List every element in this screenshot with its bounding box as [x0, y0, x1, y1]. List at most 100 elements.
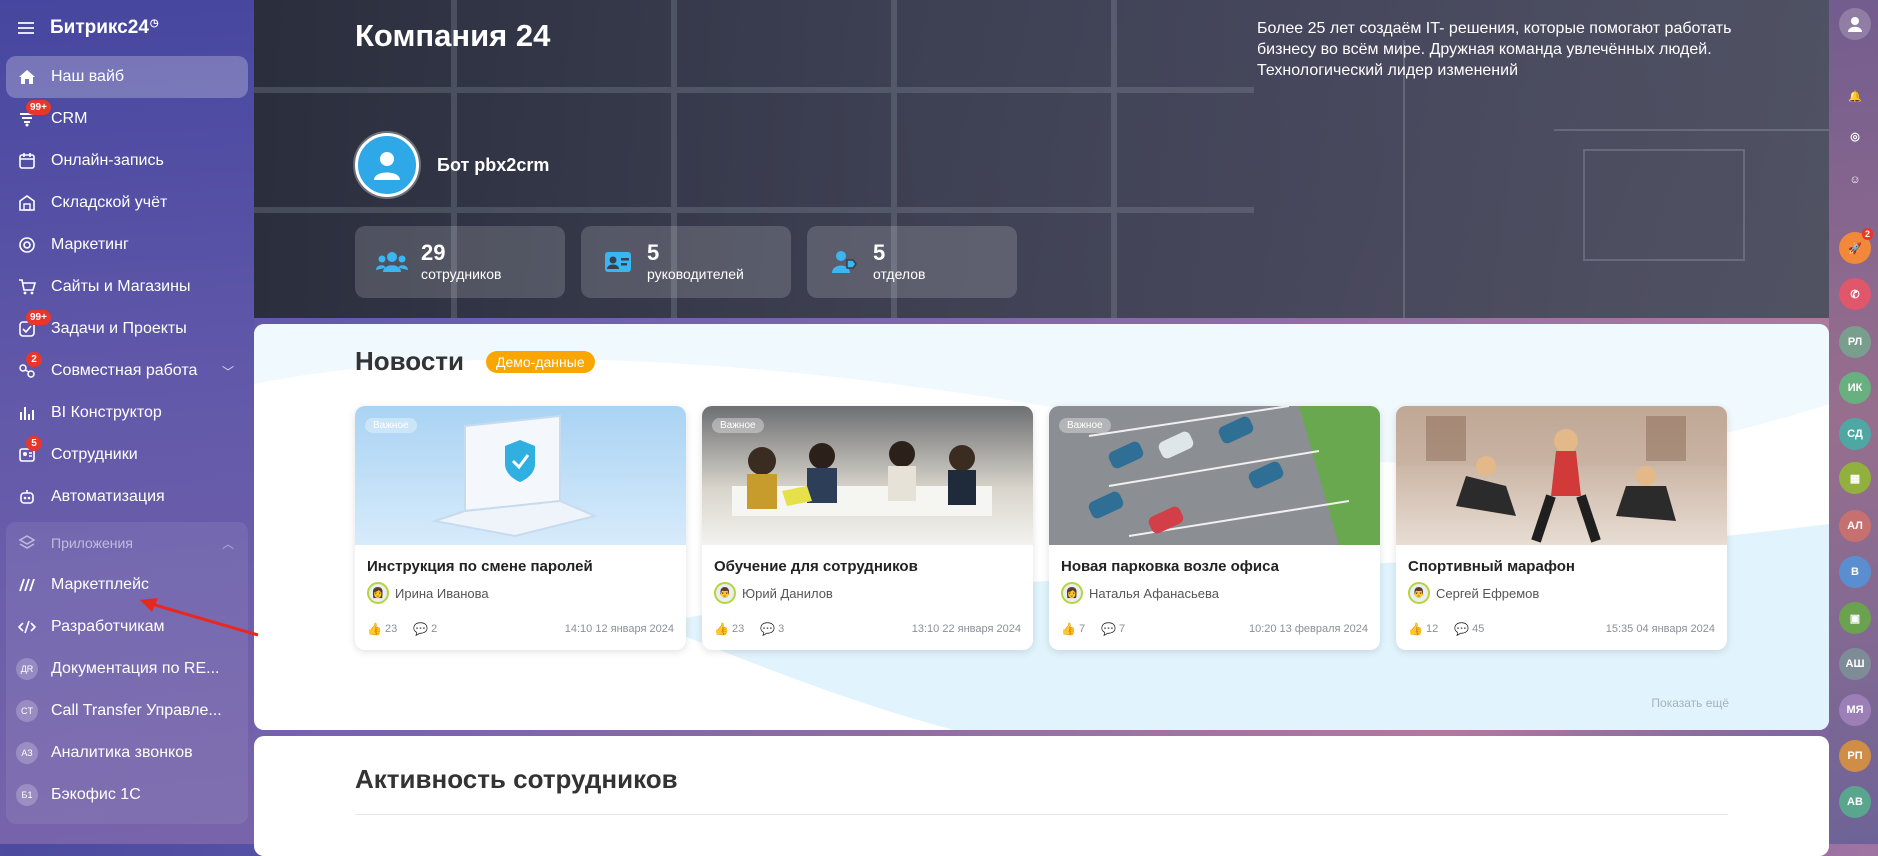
comments[interactable]: 💬 7 — [1101, 622, 1125, 636]
apps-group-header[interactable]: Приложения ︿ — [6, 522, 248, 564]
rocket-icon[interactable]: 🚀 2 — [1839, 228, 1873, 264]
cart-icon — [16, 276, 38, 298]
likes-count: 23 — [384, 623, 398, 635]
news-card-title[interactable]: Обучение для сотрудников — [714, 558, 918, 575]
comments[interactable]: 💬 2 — [413, 622, 437, 636]
news-card-author[interactable]: 👨 Сергей Ефремов — [1408, 582, 1539, 604]
rail-contact[interactable]: РЛ — [1839, 326, 1871, 358]
main-menu: Наш вайб 99+ CRM Онлайн-запись Складской… — [0, 56, 254, 518]
notif-badge: 2 — [1861, 228, 1873, 240]
news-card-title[interactable]: Новая парковка возле офиса — [1061, 558, 1279, 575]
home-icon — [16, 66, 38, 88]
author-name: Ирина Иванова — [395, 585, 489, 601]
id-card-icon — [601, 250, 635, 274]
chevron-up-icon[interactable]: ︿ — [222, 535, 234, 552]
comment-icon: 💬 — [760, 622, 776, 636]
avatar: 👩 — [367, 582, 389, 604]
likes-count: 23 — [731, 623, 745, 635]
news-card-author[interactable]: 👩 Ирина Иванова — [367, 582, 489, 604]
stat-label: отделов — [873, 266, 926, 282]
sidebar-item-our-vibe[interactable]: Наш вайб — [6, 56, 248, 98]
chat-icon[interactable]: ☺ — [1839, 164, 1871, 196]
sidebar-item-tasks[interactable]: 99+ Задачи и Проекты — [6, 308, 248, 350]
menu-burger-icon[interactable] — [18, 22, 34, 34]
stat-managers[interactable]: 5 руководителей — [581, 226, 791, 298]
sidebar-item-label: Аналитика звонков — [51, 744, 193, 761]
bot-profile[interactable]: Бот pbx2crm — [355, 133, 549, 197]
app-abbr-icon: АЗ — [16, 742, 38, 764]
rail-contact[interactable]: АЛ — [1839, 510, 1871, 542]
rail-contact[interactable]: ИК — [1839, 372, 1871, 404]
show-more-link[interactable]: Показать ещё — [1651, 696, 1729, 710]
bell-icon[interactable]: 🔔 — [1839, 80, 1871, 112]
news-card-author[interactable]: 👨 Юрий Данилов — [714, 582, 833, 604]
rail-contact[interactable]: АВ — [1839, 786, 1871, 818]
news-card[interactable]: Спортивный марафон 👨 Сергей Ефремов 👍 12 💬… — [1396, 406, 1727, 650]
sidebar-item-collaboration[interactable]: 2 Совместная работа ﹀ — [6, 350, 248, 392]
sidebar-item-marketing[interactable]: Маркетинг — [6, 224, 248, 266]
activity-title: Активность сотрудников — [355, 764, 678, 794]
avatar: 👨 — [714, 582, 736, 604]
likes[interactable]: 👍 23 — [367, 622, 397, 636]
crm-badge: 99+ — [26, 100, 51, 115]
sidebar-item-bi-constructor[interactable]: BI Конструктор — [6, 392, 248, 434]
sidebar-item-sites-shops[interactable]: Сайты и Магазины — [6, 266, 248, 308]
sport-marathon-photo — [1396, 406, 1727, 543]
rail-contact[interactable]: СД — [1839, 418, 1871, 450]
comments-count: 2 — [431, 623, 438, 635]
author-name: Юрий Данилов — [742, 585, 833, 601]
news-card-meta: 👍 12 💬 45 15:35 04 января 2024 — [1408, 622, 1715, 636]
sidebar-item-warehouse[interactable]: Складской учёт — [6, 182, 248, 224]
stat-departments[interactable]: 5 отделов — [807, 226, 1017, 298]
target-icon[interactable]: ◎ — [1839, 120, 1871, 152]
sidebar-item-backoffice-1c[interactable]: Б1 Бэкофис 1С — [6, 774, 248, 816]
sidebar-item-call-analytics[interactable]: АЗ Аналитика звонков — [6, 732, 248, 774]
sidebar-item-developers[interactable]: Разработчикам — [6, 606, 248, 648]
comments[interactable]: 💬 45 — [1454, 622, 1484, 636]
bitrix24-logo[interactable]: Битрикс24◷ — [50, 17, 159, 39]
rail-contact[interactable]: МЯ — [1839, 694, 1871, 726]
news-card-image: Важное — [355, 406, 686, 545]
author-name: Сергей Ефремов — [1436, 585, 1540, 601]
likes[interactable]: 👍 7 — [1061, 622, 1085, 636]
sidebar-item-automation[interactable]: Автоматизация — [6, 476, 248, 518]
rail-contact[interactable]: АШ — [1839, 648, 1871, 680]
app-abbr-icon: CT — [16, 700, 38, 722]
rail-contact[interactable]: В — [1839, 556, 1871, 588]
sidebar-item-rest-docs[interactable]: ДR Документация по RE... — [6, 648, 248, 690]
sidebar-item-label: Маркетплейс — [51, 576, 150, 593]
sidebar-item-call-transfer[interactable]: CT Call Transfer Управле... — [6, 690, 248, 732]
rail-contact[interactable]: ▣ — [1839, 602, 1871, 634]
news-card[interactable]: Важное Обучение для сотрудников 👨 Юрий Да… — [702, 406, 1033, 650]
news-card-meta: 👍 23 💬 2 14:10 12 января 2024 — [367, 622, 674, 636]
sidebar-item-label: CRM — [51, 110, 88, 127]
news-card-image: Важное — [702, 406, 1033, 545]
likes[interactable]: 👍 12 — [1408, 622, 1438, 636]
news-card-title[interactable]: Инструкция по смене паролей — [367, 558, 593, 575]
chevron-down-icon[interactable]: ﹀ — [222, 363, 234, 380]
news-card[interactable]: Важное Новая парковка возле офиса 👩 Натал… — [1049, 406, 1380, 650]
sidebar-item-crm[interactable]: 99+ CRM — [6, 98, 248, 140]
demo-data-badge: Демо-данные — [486, 351, 595, 373]
likes[interactable]: 👍 23 — [714, 622, 744, 636]
stat-employees[interactable]: 29 сотрудников — [355, 226, 565, 298]
important-tag: Важное — [1059, 418, 1111, 433]
news-card-time: 14:10 12 января 2024 — [564, 623, 674, 635]
important-tag: Важное — [712, 418, 764, 433]
sidebar-item-employees[interactable]: 5 Сотрудники — [6, 434, 248, 476]
comments[interactable]: 💬 3 — [760, 622, 784, 636]
comments-count: 3 — [778, 623, 785, 635]
comment-icon: 💬 — [1101, 622, 1117, 636]
apps-group-label: Приложения — [51, 535, 133, 551]
sidebar-item-online-booking[interactable]: Онлайн-запись — [6, 140, 248, 182]
rail-contact[interactable]: РП — [1839, 740, 1871, 772]
avatar[interactable] — [1839, 8, 1871, 40]
phone-icon[interactable]: ✆ — [1839, 278, 1871, 310]
sidebar-item-marketplace[interactable]: Маркетплейс — [6, 564, 248, 606]
news-card[interactable]: Важное Инструкция по смене паролей 👩 Ирин… — [355, 406, 686, 650]
apps-group: Приложения ︿ Маркетплейс Разработчикам Д… — [6, 522, 248, 824]
news-card-title[interactable]: Спортивный марафон — [1408, 558, 1575, 575]
news-card-time: 13:10 22 января 2024 — [911, 623, 1021, 635]
rail-contact[interactable]: ▦ — [1839, 462, 1871, 494]
news-card-author[interactable]: 👩 Наталья Афанасьева — [1061, 582, 1219, 604]
